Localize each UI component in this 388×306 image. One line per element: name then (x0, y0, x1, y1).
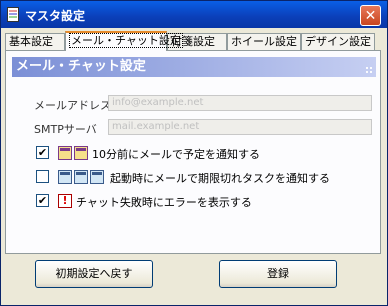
calendar-icon (74, 170, 88, 184)
email-field[interactable]: info@example.net (108, 95, 372, 111)
document-icon (7, 7, 19, 22)
tab-design[interactable]: デザイン設定 (301, 33, 375, 50)
panel-header: メール・チャット設定 (12, 57, 376, 77)
close-button[interactable]: ✕ (360, 5, 381, 26)
grip-icon (365, 66, 373, 74)
notify-schedule-label: 10分前にメールで予定を通知する (92, 148, 260, 161)
panel-title: メール・チャット設定 (16, 59, 146, 74)
register-button[interactable]: 登録 (219, 260, 337, 288)
calendar-icon (74, 146, 88, 160)
smtp-field[interactable]: mail.example.net (108, 119, 372, 135)
settings-window: マスタ設定 ✕ 基本設定 メール・チャット設定 付箋設定 ホイール設定 デザイン… (0, 0, 388, 306)
tab-basic[interactable]: 基本設定 (5, 33, 65, 50)
calendar-icon (58, 146, 72, 160)
smtp-label: SMTPサーバ (34, 123, 97, 136)
notify-overdue-checkbox[interactable] (36, 170, 49, 183)
chat-error-checkbox[interactable]: ✔ (36, 194, 49, 207)
email-label: メールアドレス (34, 99, 111, 112)
calendar-icon (90, 170, 104, 184)
alert-icon: ! (58, 194, 72, 208)
mail-chat-panel: メール・チャット設定 メールアドレス info@example.net SMTP… (5, 50, 381, 254)
tab-mail-chat[interactable]: メール・チャット設定 (65, 31, 183, 51)
title-bar[interactable]: マスタ設定 ✕ (1, 1, 387, 28)
notify-overdue-label: 起動時にメールで期限切れタスクを通知する (110, 172, 330, 185)
notify-schedule-checkbox[interactable]: ✔ (36, 146, 49, 159)
tab-strip: 基本設定 メール・チャット設定 付箋設定 ホイール設定 デザイン設定 (5, 31, 383, 51)
chat-error-label: チャット失敗時にエラーを表示する (76, 196, 252, 209)
window-title: マスタ設定 (25, 9, 86, 23)
reset-defaults-button[interactable]: 初期設定へ戻す (35, 260, 153, 288)
tab-wheel[interactable]: ホイール設定 (227, 33, 301, 50)
calendar-icon (58, 170, 72, 184)
